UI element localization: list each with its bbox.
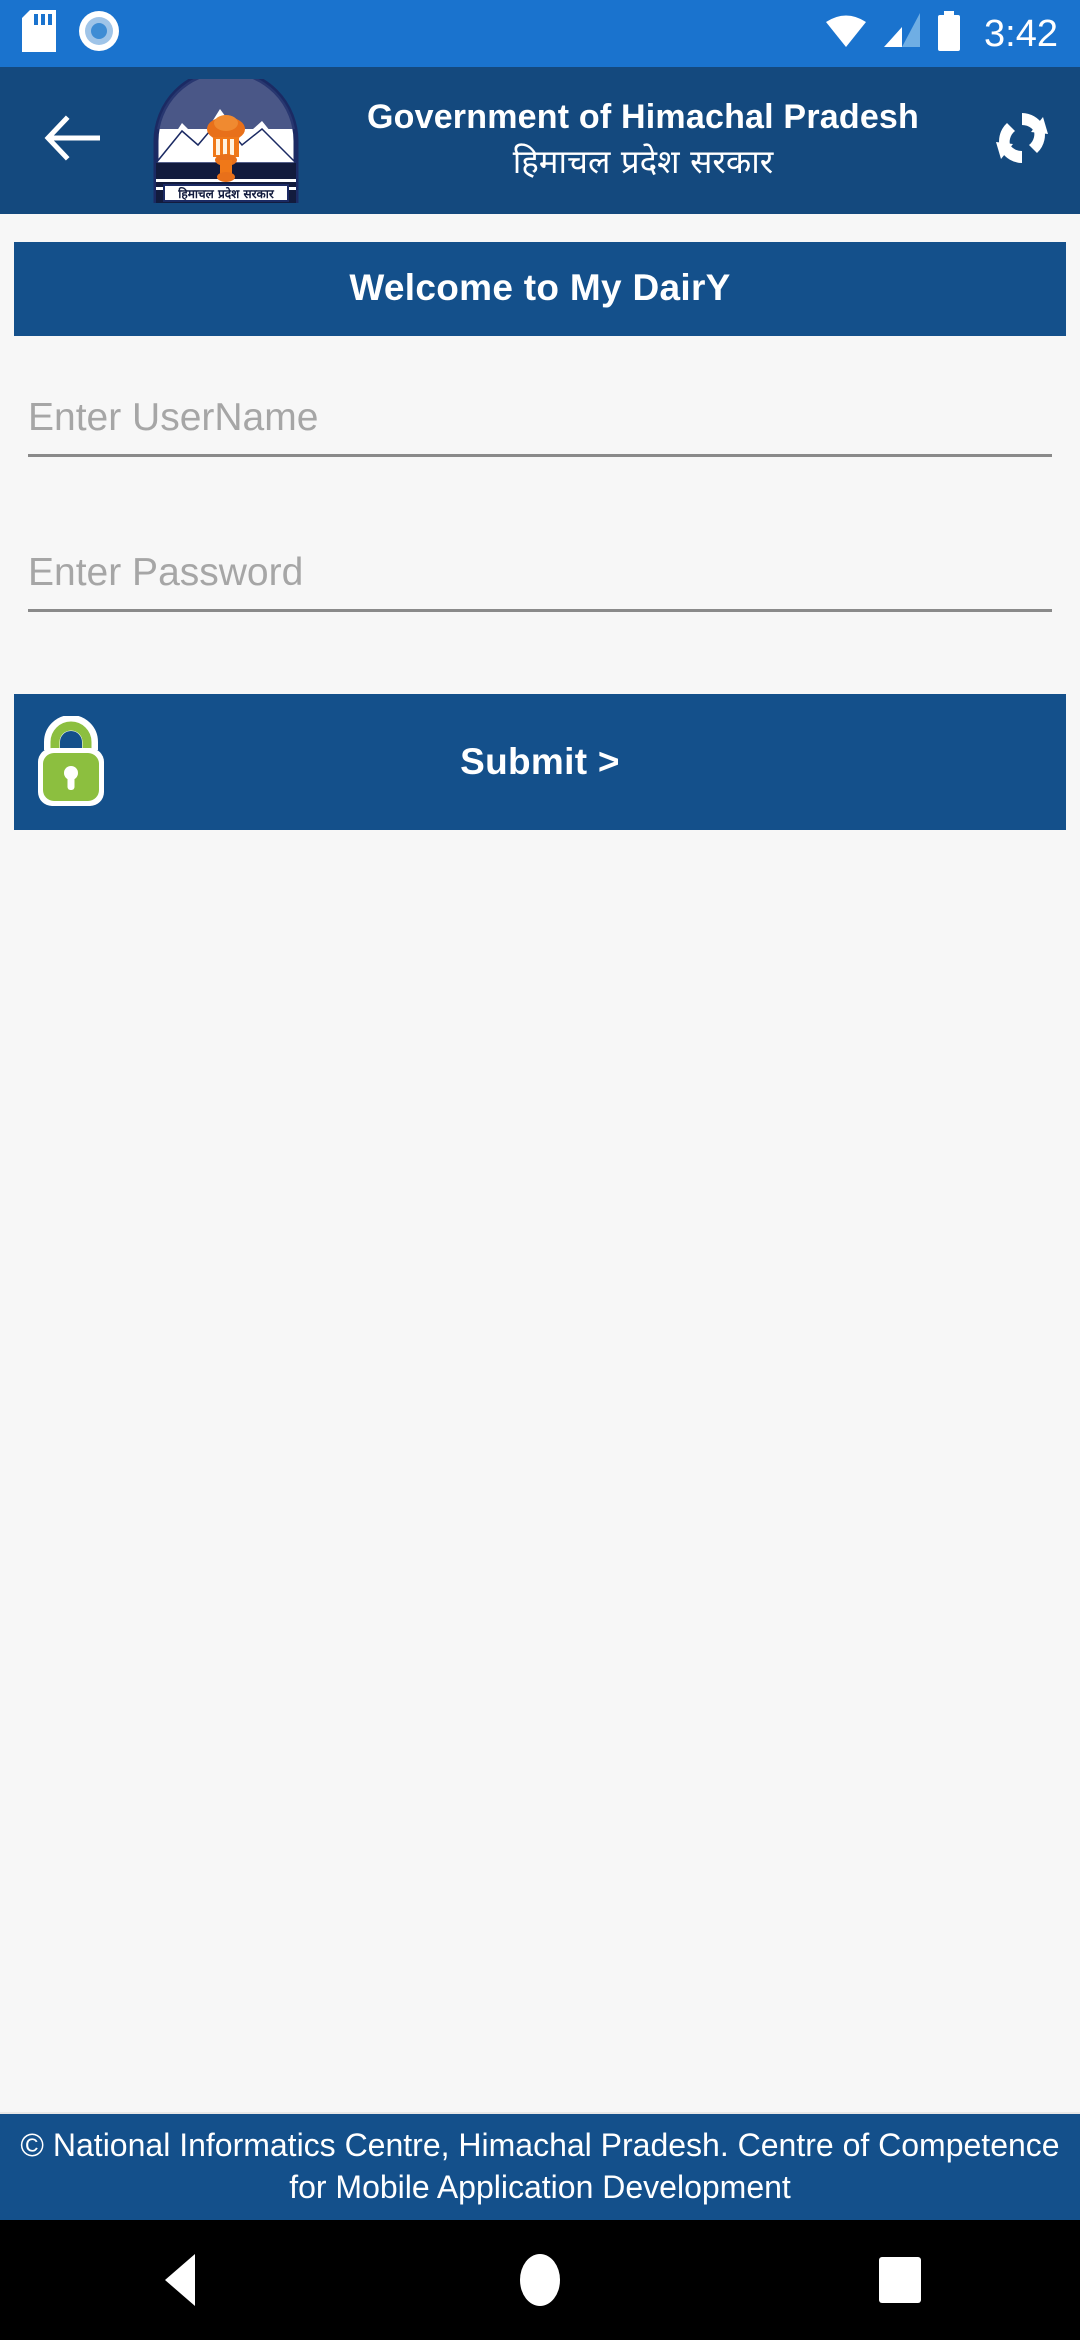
main-content: Welcome to My DairY Submit > (0, 214, 1080, 2112)
cellular-signal-icon (882, 13, 922, 54)
header-back-button[interactable] (30, 115, 120, 166)
sd-card-icon (22, 10, 56, 57)
submit-button-label: Submit > (460, 741, 620, 782)
header-sync-button[interactable] (982, 101, 1062, 181)
green-padlock-icon (34, 715, 108, 808)
header-title-english: Government of Himachal Pradesh (366, 97, 920, 136)
footer-copyright: © National Informatics Centre, Himachal … (0, 2111, 1080, 2220)
status-bar-clock: 3:42 (984, 12, 1058, 55)
username-field-wrapper (14, 388, 1066, 457)
recents-square-icon (879, 2257, 921, 2303)
password-input[interactable] (28, 543, 1052, 612)
nav-back-button[interactable] (80, 2220, 280, 2340)
nav-recents-button[interactable] (800, 2220, 1000, 2340)
status-bar: 3:42 (0, 0, 1080, 67)
himachal-pradesh-emblem: हिमाचल प्रदेश सरकार (138, 68, 314, 205)
back-arrow-icon (44, 115, 106, 166)
back-triangle-icon (165, 2254, 195, 2306)
status-bar-left-icons (22, 10, 120, 57)
username-input[interactable] (28, 388, 1052, 457)
android-nav-bar (0, 2220, 1080, 2340)
record-circle-icon (78, 10, 120, 57)
phone-screen: 3:42 हिमाचल प्रदेश सरकार Government of H… (0, 0, 1080, 2340)
welcome-banner: Welcome to My DairY (14, 242, 1066, 336)
app-header: हिमाचल प्रदेश सरकार Government of Himach… (0, 67, 1080, 214)
header-title-hindi: हिमाचल प्रदेश सरकार (512, 142, 774, 182)
sync-refresh-icon (985, 101, 1059, 180)
home-circle-icon (520, 2254, 560, 2306)
wifi-icon (824, 13, 868, 54)
svg-text:हिमाचल प्रदेश सरकार: हिमाचल प्रदेश सरकार (177, 187, 275, 201)
header-title-group: Government of Himachal Pradesh हिमाचल प्… (314, 96, 982, 185)
password-field-wrapper (14, 543, 1066, 612)
status-bar-right-icons: 3:42 (824, 11, 1058, 56)
nav-home-button[interactable] (440, 2220, 640, 2340)
submit-button[interactable]: Submit > (14, 694, 1066, 830)
battery-icon (936, 11, 962, 56)
